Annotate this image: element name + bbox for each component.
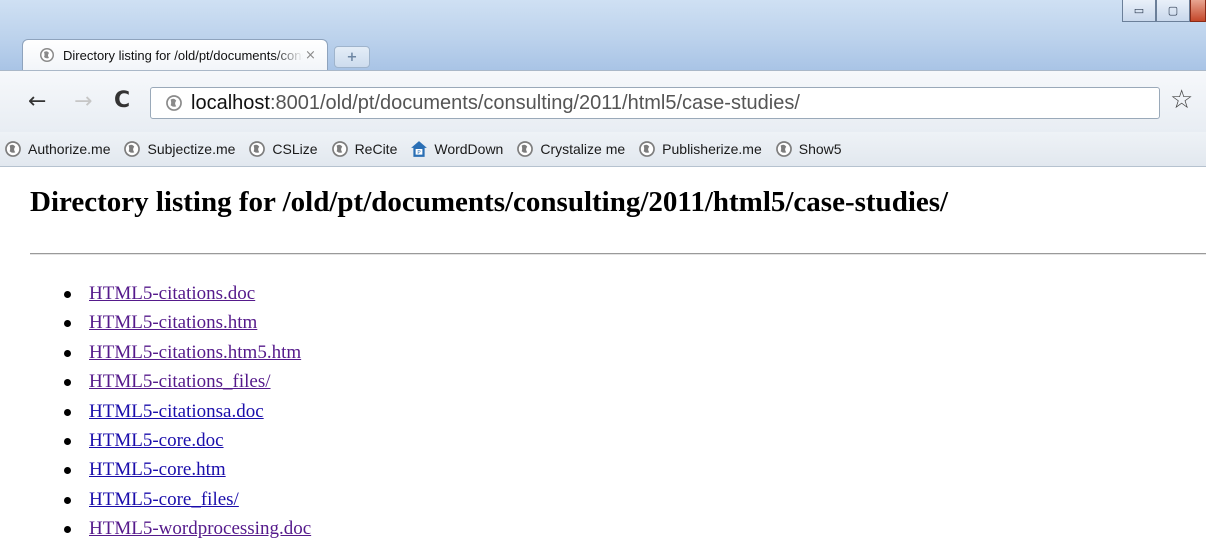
address-bar[interactable]: localhost:8001/old/pt/documents/consulti… [150, 87, 1160, 119]
bookmark-label: Authorize.me [28, 141, 111, 157]
bookmark-item[interactable]: Crystalize me [516, 140, 625, 158]
bookmark-item[interactable]: Show5 [775, 140, 842, 158]
list-item: HTML5-core_files/ [60, 485, 311, 514]
bookmark-label: ReCite [354, 141, 398, 157]
file-link[interactable]: HTML5-citations.htm5.htm [89, 342, 301, 363]
tab-close-icon[interactable]: × [305, 48, 316, 63]
bookmark-item[interactable]: Publisherize.me [638, 140, 762, 158]
file-link[interactable]: HTML5-citations.doc [89, 283, 255, 304]
bookmark-label: Publisherize.me [662, 141, 762, 157]
file-list: HTML5-citations.doc HTML5-citations.htm HT… [60, 279, 311, 544]
bookmark-item[interactable]: P WordDown [410, 140, 503, 158]
globe-icon [5, 141, 21, 157]
file-link[interactable]: HTML5-core.htm [89, 459, 226, 480]
house-icon: P [411, 141, 428, 157]
page-content: Directory listing for /old/pt/documents/… [0, 167, 1206, 553]
bookmark-label: Crystalize me [540, 141, 626, 157]
file-link[interactable]: HTML5-core.doc [89, 430, 224, 451]
reload-button[interactable]: C [114, 89, 130, 113]
address-url[interactable]: localhost:8001/old/pt/documents/consulti… [191, 92, 800, 115]
bookmark-label: Subjectize.me [147, 141, 236, 157]
list-item: HTML5-core.htm [60, 455, 311, 484]
globe-icon [331, 141, 348, 157]
forward-button[interactable]: → [74, 91, 92, 113]
bookmark-item[interactable]: Subjectize.me [123, 140, 235, 158]
new-tab-button[interactable]: + [334, 46, 370, 68]
bookmark-label: WordDown [434, 141, 504, 157]
list-item: HTML5-wordprocessing.doc [60, 514, 311, 543]
bookmark-label: CSLize [272, 141, 318, 157]
file-link[interactable]: HTML5-citationsa.doc [89, 401, 264, 422]
globe-icon [124, 141, 141, 157]
bookmark-star-icon[interactable]: ☆ [1170, 85, 1193, 115]
globe-icon [775, 141, 792, 157]
file-link[interactable]: HTML5-citations_files/ [89, 371, 271, 392]
bookmark-item[interactable]: Authorize.me [4, 140, 110, 158]
window-titlebar: ▭ ▢ Directory listing for /old/pt/docume… [0, 0, 1206, 70]
url-host: localhost [191, 91, 270, 114]
file-link[interactable]: HTML5-citations.htm [89, 312, 257, 333]
svg-text:P: P [418, 150, 422, 156]
globe-icon [40, 48, 54, 62]
minimize-button[interactable]: ▭ [1122, 0, 1156, 22]
list-item: HTML5-citations.doc [60, 279, 311, 308]
back-button[interactable]: ← [28, 91, 46, 113]
browser-toolbar: ← → C localhost:8001/old/pt/documents/co… [0, 70, 1206, 132]
browser-tab-active[interactable]: Directory listing for /old/pt/documents/… [22, 39, 328, 70]
globe-icon [166, 95, 182, 111]
bookmark-item[interactable]: ReCite [331, 140, 398, 158]
bookmarks-bar: Authorize.me Subjectize.me CSLize ReCite P Wo… [0, 132, 1206, 167]
url-path: :8001/old/pt/documents/consulting/2011/h… [269, 91, 800, 114]
list-item: HTML5-citations.htm5.htm [60, 338, 311, 367]
list-item: HTML5-core.doc [60, 426, 311, 455]
close-window-button[interactable] [1190, 0, 1206, 22]
maximize-button[interactable]: ▢ [1156, 0, 1190, 22]
divider [30, 253, 1206, 255]
list-item: HTML5-citations.htm [60, 308, 311, 337]
file-link[interactable]: HTML5-wordprocessing.doc [89, 518, 311, 539]
tab-title: Directory listing for /old/pt/documents/… [63, 47, 303, 63]
window-controls: ▭ ▢ [1122, 0, 1206, 26]
file-link[interactable]: HTML5-core_files/ [89, 489, 239, 510]
globe-icon [517, 141, 534, 157]
bookmark-label: Show5 [798, 141, 842, 157]
globe-icon [639, 141, 656, 157]
page-title: Directory listing for /old/pt/documents/… [30, 186, 949, 218]
list-item: HTML5-citationsa.doc [60, 397, 311, 426]
globe-icon [249, 141, 266, 157]
list-item: HTML5-citations_files/ [60, 367, 311, 396]
bookmark-item[interactable]: CSLize [248, 140, 318, 158]
